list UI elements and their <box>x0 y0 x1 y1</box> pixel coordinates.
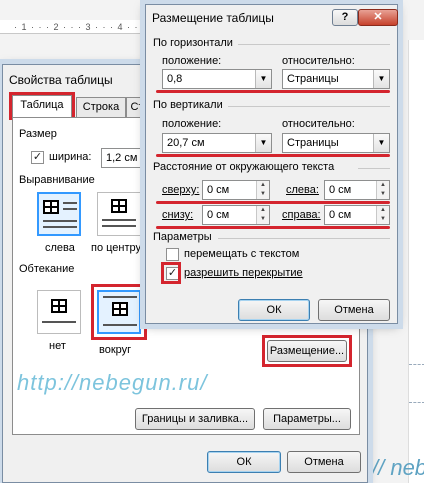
distance-top-highlight-line <box>156 201 390 204</box>
wrapping-section-title: Обтекание <box>19 263 75 275</box>
dropdown-arrow-icon[interactable]: ▼ <box>373 134 389 152</box>
spin-arrows-icon[interactable]: ▲ ▼ <box>376 206 389 224</box>
table-grid-icon <box>51 299 67 313</box>
spin-arrows-icon[interactable]: ▲ ▼ <box>256 181 269 199</box>
dropdown-arrow-icon[interactable]: ▼ <box>373 70 389 88</box>
positioning-cancel-button[interactable]: Отмена <box>318 299 390 321</box>
document-table-line <box>409 364 424 365</box>
spin-arrows-icon[interactable]: ▲ ▼ <box>256 206 269 224</box>
wrap-around-highlight <box>91 284 147 340</box>
vertical-relative-label: относительно: <box>282 118 355 130</box>
distance-top-label: сверху: <box>162 184 200 196</box>
wrap-none-label: нет <box>49 340 66 352</box>
document-page-edge <box>408 40 424 483</box>
horizontal-relative-combo[interactable]: Страницы ▼ <box>282 69 390 89</box>
vertical-section-title: По вертикали <box>153 99 223 111</box>
width-input[interactable]: 1,2 см <box>101 148 147 168</box>
distance-right-label: справа: <box>282 209 321 221</box>
distance-bottom-label: снизу: <box>162 209 194 221</box>
table-positioning-dialog: Размещение таблицы ? ✕ По горизонтали по… <box>145 4 398 324</box>
section-separator <box>228 106 390 107</box>
distance-left-input[interactable]: 0 см ▲ ▼ <box>324 180 390 200</box>
dialog-title: Свойства таблицы <box>9 73 113 87</box>
size-section-title: Размер <box>19 128 57 140</box>
table-grid-icon <box>111 199 127 213</box>
distance-bottom-value: 0 см <box>207 209 230 221</box>
section-separator <box>358 168 390 169</box>
dropdown-arrow-icon[interactable]: ▼ <box>255 134 271 152</box>
table-cancel-button[interactable]: Отмена <box>287 451 361 473</box>
distance-right-input[interactable]: 0 см ▲ ▼ <box>324 205 390 225</box>
tab-row[interactable]: Строка <box>76 97 126 117</box>
positioning-ok-button[interactable]: ОК <box>238 299 310 321</box>
vertical-position-value: 20,7 см <box>167 137 205 149</box>
distance-left-label: слева: <box>286 184 319 196</box>
section-separator <box>238 44 390 45</box>
table-grid-icon <box>43 200 59 214</box>
align-center-label: по центру <box>91 242 142 254</box>
vertical-relative-value: Страницы <box>287 137 339 149</box>
allow-overlap-label: разрешить перекрытие <box>184 267 303 279</box>
positioning-dialog-title: Размещение таблицы <box>152 11 274 25</box>
allow-overlap-highlight <box>161 262 181 284</box>
params-section-title: Параметры <box>153 231 212 243</box>
distance-bottom-input[interactable]: 0 см ▲ ▼ <box>202 205 270 225</box>
vertical-position-label: положение: <box>162 118 222 130</box>
width-checkbox[interactable]: ✓ <box>31 151 44 164</box>
horizontal-section-title: По горизонтали <box>153 37 233 49</box>
horizontal-position-label: положение: <box>162 55 222 67</box>
horizontal-position-value: 0,8 <box>167 73 183 85</box>
horizontal-position-combo[interactable]: 0,8 ▼ <box>162 69 272 89</box>
distance-bottom-highlight-line <box>156 226 390 229</box>
horizontal-ruler: · 1 · · · 2 · · · 3 · · · 4 · · · 5 · · … <box>0 20 145 34</box>
site-watermark: http://nebegun.ru/ <box>17 370 208 395</box>
background-watermark-fragment: // neb <box>372 455 424 480</box>
help-icon[interactable]: ? <box>332 9 358 26</box>
distance-right-value: 0 см <box>329 209 352 221</box>
options-button[interactable]: Параметры... <box>263 408 351 430</box>
move-with-text-label: перемещать с текстом <box>184 248 300 260</box>
move-with-text-checkbox[interactable] <box>166 248 179 261</box>
dropdown-arrow-icon[interactable]: ▼ <box>255 70 271 88</box>
distance-section-title: Расстояние от окружающего текста <box>153 161 335 173</box>
horizontal-relative-label: относительно: <box>282 55 355 67</box>
distance-top-input[interactable]: 0 см ▲ ▼ <box>202 180 270 200</box>
spin-arrows-icon[interactable]: ▲ ▼ <box>376 181 389 199</box>
table-ok-button[interactable]: ОК <box>207 451 281 473</box>
horizontal-highlight-line <box>156 90 390 93</box>
wrap-around-label: вокруг <box>99 344 132 356</box>
vertical-relative-combo[interactable]: Страницы ▼ <box>282 133 390 153</box>
close-icon[interactable]: ✕ <box>358 9 398 26</box>
document-table-line <box>409 402 424 403</box>
wrap-none-option[interactable] <box>37 290 81 334</box>
align-center-option[interactable] <box>97 192 141 236</box>
vertical-highlight-line <box>156 154 390 157</box>
vertical-position-combo[interactable]: 20,7 см ▼ <box>162 133 272 153</box>
section-separator <box>218 238 390 239</box>
borders-shading-button[interactable]: Границы и заливка... <box>135 408 255 430</box>
align-left-option[interactable] <box>37 192 81 236</box>
positioning-button-highlight <box>262 335 352 367</box>
distance-top-value: 0 см <box>207 184 230 196</box>
alignment-section-title: Выравнивание <box>19 174 95 186</box>
width-label: ширина: <box>49 151 92 163</box>
tab-highlight <box>9 92 75 120</box>
align-left-label: слева <box>45 242 75 254</box>
distance-left-value: 0 см <box>329 184 352 196</box>
horizontal-relative-value: Страницы <box>287 73 339 85</box>
